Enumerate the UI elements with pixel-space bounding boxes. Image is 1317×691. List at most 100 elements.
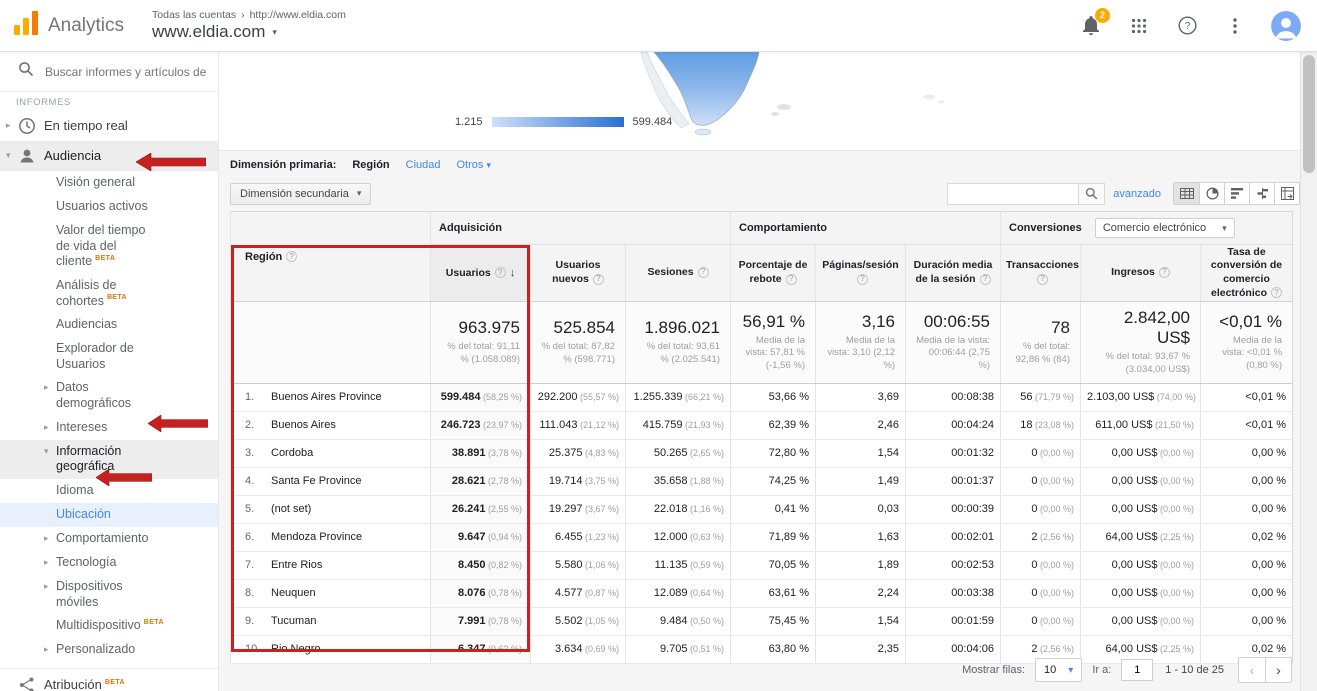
performance-view-icon[interactable] [1224,183,1249,204]
region-link[interactable]: Rio Negro [271,643,321,655]
scrollbar-thumb[interactable] [1303,55,1315,173]
sidebar-item-idioma[interactable]: Idioma [0,479,218,503]
region-link[interactable]: Buenos Aires [271,419,336,431]
column-header-region[interactable]: Región? [231,212,431,302]
advanced-search-link[interactable]: avanzado [1113,188,1161,200]
sidebar-item-análisis-de-cohortes[interactable]: Análisis de cohortesBETA [0,274,218,313]
chevron-down-icon[interactable]: ▾ [6,150,18,161]
chevron-right-icon[interactable]: ▸ [44,642,56,655]
help-icon[interactable]: ? [286,251,297,262]
column-header-tasa-de-conversión-de-comercio-electrónico[interactable]: Tasa de conversión de comercio electróni… [1201,245,1293,302]
sidebar-item-atribución[interactable]: AtribuciónBETA [0,668,218,691]
table-search-input[interactable] [947,183,1079,205]
goto-page-input[interactable] [1121,659,1153,681]
chevron-right-icon[interactable]: ▸ [44,380,56,393]
region-link[interactable]: Entre Rios [271,559,322,571]
table-row-cordoba[interactable]: 3.Cordoba38.891 (3,78 %)25.375 (4,83 %)5… [231,439,1293,467]
next-page-button[interactable]: › [1265,658,1291,682]
help-icon[interactable]: ? [495,267,506,278]
sidebar-item-ubicación[interactable]: Ubicación [0,503,218,527]
column-header-páginas-sesión[interactable]: Páginas/sesión? [816,245,906,302]
region-link[interactable]: Santa Fe Province [271,475,362,487]
region-link[interactable]: Mendoza Province [271,531,362,543]
pivot-view-icon[interactable] [1274,183,1299,204]
dimension-city-tab[interactable]: Ciudad [406,159,441,171]
apps-grid-button[interactable] [1127,14,1151,38]
table-search-button[interactable] [1079,183,1105,205]
region-link[interactable]: Buenos Aires Province [271,391,382,403]
sidebar-item-intereses[interactable]: ▸Intereses [0,416,218,440]
notifications-button[interactable]: 2 [1079,14,1103,38]
table-row-entre-rios[interactable]: 7.Entre Rios8.450 (0,82 %)5.580 (1,06 %)… [231,551,1293,579]
column-header-ingresos[interactable]: Ingresos? [1081,245,1201,302]
chevron-right-icon[interactable]: ▸ [6,120,18,131]
help-button[interactable]: ? [1175,14,1199,38]
table-row-neuquen[interactable]: 8.Neuquen8.076 (0,78 %)4.577 (0,87 %)12.… [231,579,1293,607]
region-link[interactable]: Tucuman [271,615,316,627]
region-link[interactable]: Neuquen [271,587,316,599]
secondary-dimension-button[interactable]: Dimensión secundaria ▾ [230,183,371,205]
help-icon[interactable]: ? [786,274,797,285]
dimension-region-tab[interactable]: Región [352,159,389,171]
sidebar-item-audiencias[interactable]: Audiencias [0,313,218,337]
sidebar-item-datos-demográficos[interactable]: ▸Datos demográficos [0,376,218,415]
geo-map[interactable]: 1.215 599.484 [219,52,1300,150]
column-header-sesiones[interactable]: Sesiones? [626,245,731,302]
sidebar-item-personalizado[interactable]: ▸Personalizado [0,638,218,662]
table-row-buenos-aires-province[interactable]: 1.Buenos Aires Province599.484 (58,25 %)… [231,383,1293,411]
sidebar-item-audiencia[interactable]: ▾Audiencia [0,141,218,171]
analytics-logo[interactable]: Analytics [0,11,124,40]
search-input[interactable] [45,65,210,79]
help-icon[interactable]: ? [1271,287,1282,298]
sidebar-item-dispositivos-móviles[interactable]: ▸Dispositivos móviles [0,575,218,614]
breadcrumb-path[interactable]: http://www.eldia.com [250,9,346,21]
table-row-not-set[interactable]: 5.(not set)26.241 (2,55 %)19.297 (3,67 %… [231,495,1293,523]
vertical-scrollbar[interactable] [1300,52,1317,691]
column-header-transacciones[interactable]: Transacciones? [1001,245,1081,302]
chevron-down-icon[interactable]: ▾ [44,444,56,457]
column-header-duración-media-de-la-sesión[interactable]: Duración media de la sesión? [906,245,1001,302]
chevron-right-icon[interactable]: ▸ [44,420,56,433]
region-link[interactable]: Cordoba [271,447,313,459]
sidebar-item-valor-del-tiempo-de-vida-del-cliente[interactable]: Valor del tiempo de vida del clienteBETA [0,219,218,274]
column-header-usuarios[interactable]: Usuarios?↓ [431,245,531,302]
help-icon[interactable]: ? [857,274,868,285]
region-link[interactable]: (not set) [271,503,311,515]
chevron-down-icon: ▾ [1222,223,1227,234]
more-options-button[interactable] [1223,14,1247,38]
sidebar-item-multidispositivo[interactable]: MultidispositivoBETA [0,614,218,638]
column-header-porcentaje-de-rebote[interactable]: Porcentaje de rebote? [731,245,816,302]
conversions-type-select[interactable]: Comercio electrónico ▾ [1095,218,1235,238]
table-row-tucuman[interactable]: 9.Tucuman7.991 (0,78 %)5.502 (1,05 %)9.4… [231,607,1293,635]
sidebar-item-comportamiento[interactable]: ▸Comportamiento [0,527,218,551]
chevron-right-icon[interactable]: ▸ [44,555,56,568]
table-row-mendoza-province[interactable]: 6.Mendoza Province9.647 (0,94 %)6.455 (1… [231,523,1293,551]
row-range-label: 1 - 10 de 25 [1165,664,1224,676]
sidebar-item-usuarios-activos[interactable]: Usuarios activos [0,195,218,219]
chevron-right-icon[interactable]: ▸ [44,531,56,544]
help-icon[interactable]: ? [593,274,604,285]
sidebar-item-explorador-de-usuarios[interactable]: Explorador de Usuarios [0,337,218,376]
previous-page-button[interactable]: ‹ [1239,658,1265,682]
sidebar-item-en-tiempo-real[interactable]: ▸En tiempo real [0,111,218,141]
dimension-other-dropdown[interactable]: Otros ▾ [457,159,492,171]
help-icon[interactable]: ? [980,274,991,285]
rows-per-page-select[interactable]: 10 ▾ [1035,658,1082,682]
table-row-buenos-aires[interactable]: 2.Buenos Aires246.723 (23,97 %)111.043 (… [231,411,1293,439]
comparison-view-icon[interactable] [1249,183,1274,204]
sidebar-search[interactable] [0,52,218,92]
property-selector[interactable]: www.eldia.com ▾ [152,22,346,42]
help-icon[interactable]: ? [698,267,709,278]
column-header-usuarios-nuevos[interactable]: Usuarios nuevos? [531,245,626,302]
help-icon[interactable]: ? [1037,274,1048,285]
table-row-santa-fe-province[interactable]: 4.Santa Fe Province28.621 (2,78 %)19.714… [231,467,1293,495]
chevron-right-icon[interactable]: ▸ [44,579,56,592]
percentage-view-icon[interactable] [1199,183,1224,204]
help-icon[interactable]: ? [1159,267,1170,278]
sidebar-item-visión-general[interactable]: Visión general [0,171,218,195]
breadcrumb-accounts[interactable]: Todas las cuentas [152,9,236,21]
sidebar-item-tecnología[interactable]: ▸Tecnología [0,551,218,575]
account-avatar[interactable] [1271,11,1301,41]
table-view-icon[interactable] [1174,183,1199,204]
sidebar-item-información-geográfica[interactable]: ▾Información geográfica [0,440,218,479]
